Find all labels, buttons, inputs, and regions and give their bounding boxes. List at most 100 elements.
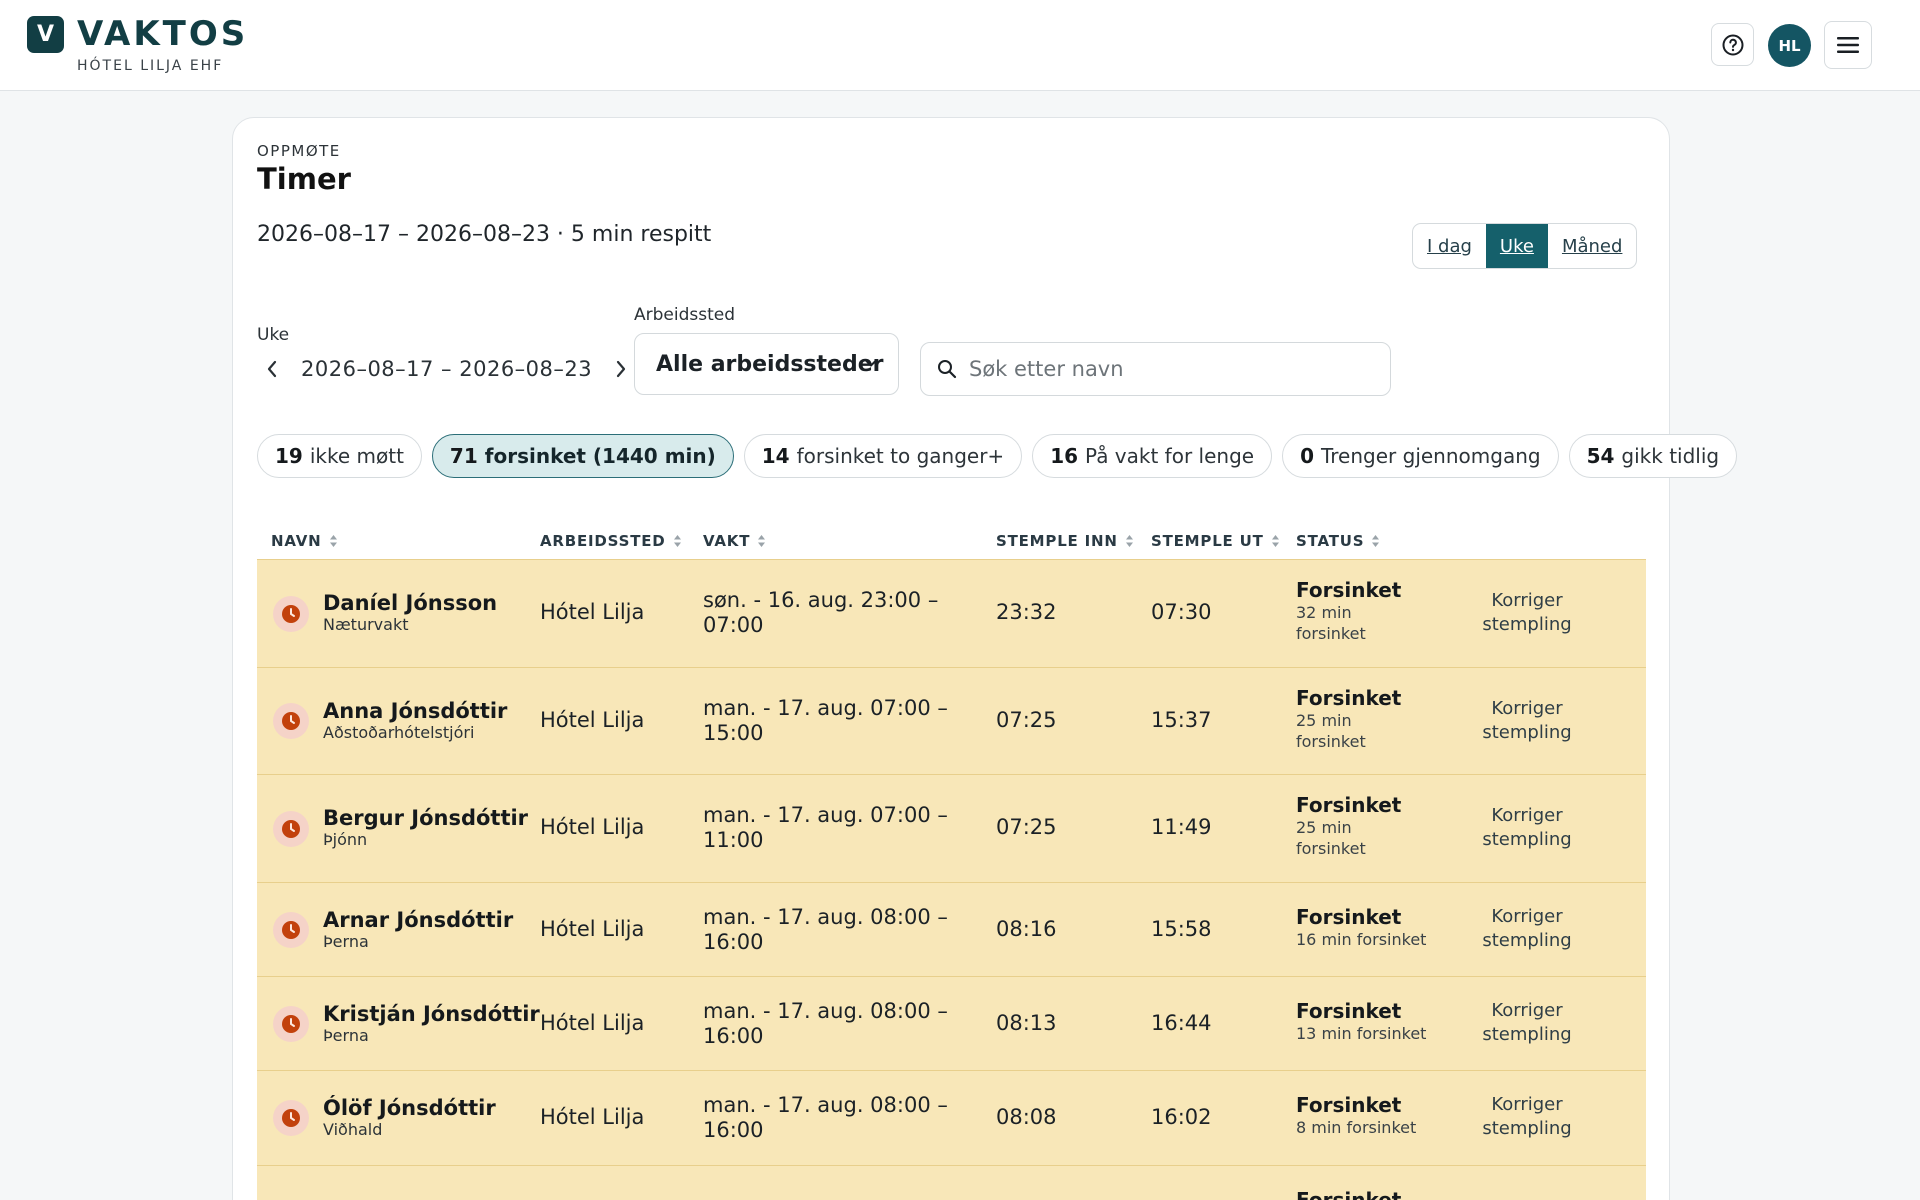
- range-tabs: I dag Uke Måned: [1412, 223, 1638, 269]
- chevron-right-icon: [617, 360, 626, 378]
- column-header-status[interactable]: STATUS: [1296, 532, 1380, 550]
- table-row[interactable]: Anna Jónsdóttir Aðstoðarhótelstjóri Hótel…: [257, 667, 1646, 774]
- column-header-workplace[interactable]: ARBEIDSSTED: [540, 532, 682, 550]
- status-label: Forsinket: [1296, 793, 1402, 817]
- hamburger-icon: [1837, 37, 1859, 53]
- correct-punch-button[interactable]: Korriger stempling: [1477, 804, 1577, 852]
- status-detail: 8 min forsinket: [1296, 1118, 1417, 1137]
- name-search[interactable]: [920, 342, 1391, 396]
- tab-today[interactable]: I dag: [1413, 224, 1486, 268]
- chip-left-early[interactable]: 54 gikk tidlig: [1568, 434, 1738, 478]
- shift-cell: man. - 17. aug. 07:00 –11:00: [703, 803, 948, 852]
- user-avatar[interactable]: HL: [1768, 24, 1811, 67]
- chip-label: Trenger gjennomgang: [1321, 444, 1541, 468]
- column-label: ARBEIDSSTED: [540, 532, 666, 550]
- status-label: Forsinket: [1296, 686, 1402, 710]
- section-eyebrow: OPPMØTE: [257, 142, 341, 160]
- chip-label: forsinket to ganger+: [796, 444, 1005, 468]
- chip-label: forsinket (1440 min): [484, 444, 716, 468]
- column-header-name[interactable]: NAVN: [271, 532, 338, 550]
- column-header-clock-out[interactable]: STEMPLE UT: [1151, 532, 1280, 550]
- chip-needs-review[interactable]: 0 Trenger gjennomgang: [1282, 434, 1559, 478]
- chip-late-twice[interactable]: 14 forsinket to ganger+: [743, 434, 1023, 478]
- correct-punch-button[interactable]: Korriger stempling: [1477, 697, 1577, 745]
- employee-name[interactable]: Daníel Jónsson: [323, 591, 497, 615]
- attendance-card: OPPMØTE Timer 2026–08–17 – 2026–08–23 · …: [232, 117, 1738, 1200]
- table-row[interactable]: Ólöf Jónsdóttir Viðhald Hótel Lilja man. …: [257, 1070, 1646, 1165]
- correct-punch-button[interactable]: Korriger stempling: [1477, 905, 1577, 953]
- workplace-cell: Hótel Lilja: [540, 600, 645, 624]
- status-detail: 13 min forsinket: [1296, 1024, 1427, 1043]
- correct-punch-button[interactable]: Korriger stempling: [1477, 589, 1577, 637]
- chip-late[interactable]: 71 forsinket (1440 min): [431, 434, 734, 478]
- shift-cell: man. - 17. aug. 08:00 –16:00: [703, 905, 948, 954]
- help-button[interactable]: [1711, 23, 1754, 66]
- sort-icon: [673, 534, 682, 548]
- status-label: Forsinket: [1296, 999, 1402, 1023]
- logo-mark[interactable]: V: [27, 16, 64, 53]
- page-subtitle: 2026–08–17 – 2026–08–23 · 5 min respitt: [257, 222, 712, 247]
- employee-name[interactable]: Bergur Jónsdóttir: [323, 806, 528, 830]
- shift-cell: man. - 17. aug. 07:00 –15:00: [703, 696, 948, 745]
- chip-no-show[interactable]: 19 ikke møtt: [257, 434, 422, 478]
- week-navigator: 2026–08–17 – 2026–08–23: [257, 354, 636, 384]
- workplace-select[interactable]: Alle arbeidssteder: [634, 333, 899, 395]
- clock-in-cell: 08:13: [996, 1011, 1057, 1035]
- status-detail: 25 min forsinket: [1296, 711, 1366, 751]
- chip-overtime[interactable]: 16 På vakt for lenge: [1032, 434, 1273, 478]
- chip-count: 54: [1586, 444, 1615, 468]
- employee-role: Þjónn: [323, 830, 368, 849]
- next-week-button[interactable]: [606, 354, 636, 384]
- workplace-cell: Hótel Lilja: [540, 708, 645, 732]
- status-detail: 32 min forsinket: [1296, 603, 1366, 643]
- workplace-label: Arbeidssted: [634, 305, 736, 325]
- column-header-clock-in[interactable]: STEMPLE INN: [996, 532, 1134, 550]
- chip-count: 71: [449, 444, 478, 468]
- chip-label: På vakt for lenge: [1085, 444, 1255, 468]
- employee-name[interactable]: Anna Jónsdóttir: [323, 699, 507, 723]
- table-row[interactable]: Arnar Jónsdóttir Þerna Hótel Lilja man. -…: [257, 882, 1646, 976]
- status-detail: 25 min forsinket: [1296, 818, 1366, 858]
- chip-label: gikk tidlig: [1621, 444, 1720, 468]
- sort-icon: [1371, 534, 1380, 548]
- table-row[interactable]: Bergur Jónsdóttir Þjónn Hótel Lilja man. …: [257, 774, 1646, 882]
- page-title: Timer: [257, 162, 351, 196]
- menu-button[interactable]: [1824, 21, 1872, 69]
- chip-count: 14: [761, 444, 790, 468]
- clock-in-cell: 23:32: [996, 600, 1057, 624]
- workplace-cell: Hótel Lilja: [540, 815, 645, 839]
- column-label: STATUS: [1296, 532, 1365, 550]
- sort-icon: [757, 534, 766, 548]
- column-header-shift[interactable]: VAKT: [703, 532, 766, 550]
- table-header: NAVN ARBEIDSSTED VAKT STEMPLE INN STEMPL…: [257, 522, 1646, 560]
- tab-month[interactable]: Måned: [1548, 224, 1636, 268]
- employee-name[interactable]: Kristján Jónsdóttir: [323, 1002, 540, 1026]
- correct-punch-button[interactable]: Korriger stempling: [1477, 999, 1577, 1047]
- late-clock-icon: [273, 1006, 309, 1042]
- clock-out-cell: 16:44: [1151, 1011, 1212, 1035]
- employee-name[interactable]: Arnar Jónsdóttir: [323, 908, 513, 932]
- table-row[interactable]: Daníel Jónsson Næturvakt Hótel Lilja søn.…: [257, 559, 1646, 667]
- brand-name[interactable]: VAKTOS: [77, 14, 248, 54]
- correct-punch-button[interactable]: Korriger stempling: [1477, 1093, 1577, 1141]
- clock-out-cell: 11:49: [1151, 815, 1212, 839]
- table-row[interactable]: Kristján Jónsdóttir Þerna Hótel Lilja man…: [257, 976, 1646, 1070]
- employee-role: Aðstoðarhótelstjóri: [323, 723, 475, 742]
- clock-out-cell: 07:30: [1151, 600, 1212, 624]
- week-value: 2026–08–17 – 2026–08–23: [301, 357, 593, 381]
- late-clock-icon: [273, 1100, 309, 1136]
- table-row[interactable]: Forsinket: [257, 1165, 1646, 1200]
- column-label: STEMPLE INN: [996, 532, 1118, 550]
- prev-week-button[interactable]: [257, 354, 287, 384]
- shift-cell: man. - 17. aug. 08:00 –16:00: [703, 1093, 948, 1142]
- late-clock-icon: [273, 811, 309, 847]
- tab-week[interactable]: Uke: [1485, 224, 1548, 268]
- employee-role: Næturvakt: [323, 615, 409, 634]
- search-input[interactable]: [969, 357, 1369, 381]
- employee-name[interactable]: Ólöf Jónsdóttir: [323, 1096, 496, 1120]
- search-icon: [938, 360, 957, 379]
- summary-chips: 19 ikke møtt 71 forsinket (1440 min) 14 for…: [257, 434, 1738, 478]
- clock-in-cell: 08:16: [996, 917, 1057, 941]
- chip-count: 0: [1300, 444, 1314, 468]
- clock-in-cell: 08:08: [996, 1105, 1057, 1129]
